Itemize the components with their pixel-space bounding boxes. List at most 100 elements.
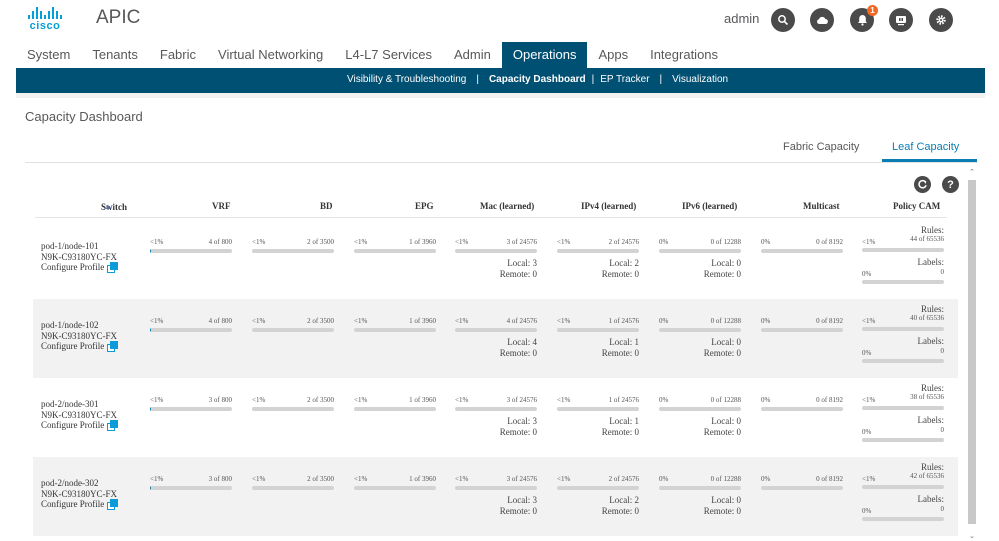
tab-system[interactable]: System <box>16 42 81 68</box>
labels-percent: 0% <box>862 349 872 357</box>
usage-percent: 0% <box>761 396 771 404</box>
subnav-visualization[interactable]: Visualization <box>672 74 728 85</box>
usage-percent: <1% <box>557 238 571 246</box>
user-menu[interactable]: admin <box>724 11 759 26</box>
usage-count: 2 of 24576 <box>608 238 639 246</box>
usage-count: 0 of 12288 <box>710 317 741 325</box>
usage-percent: <1% <box>252 317 266 325</box>
usage-bar <box>557 407 639 411</box>
tab-operations[interactable]: Operations <box>501 42 588 68</box>
help-button[interactable]: ? <box>942 176 959 193</box>
column-header-ipv6[interactable]: IPv6 (learned) <box>682 201 737 211</box>
usage-bar <box>659 328 741 332</box>
tab-tenants[interactable]: Tenants <box>81 42 149 68</box>
usage-bar <box>455 328 537 332</box>
usage-percent: 0% <box>659 396 669 404</box>
remote-count: Remote: 0 <box>601 427 639 437</box>
notifications-button[interactable]: 1 <box>850 5 878 32</box>
rules-count: 40 of 65536 <box>910 314 944 322</box>
configure-profile-link[interactable]: Configure Profile <box>41 499 119 510</box>
subnav-capacity-dashboard[interactable]: Capacity Dashboard <box>489 74 586 85</box>
subnav-ep-tracker[interactable]: EP Tracker <box>600 74 649 85</box>
usage-count: 3 of 24576 <box>506 238 537 246</box>
rules-bar <box>862 248 944 252</box>
cloud-icon <box>817 16 828 24</box>
rules-count: 44 of 65536 <box>910 235 944 243</box>
usage-percent: <1% <box>150 238 164 246</box>
column-header-epg[interactable]: EPG <box>415 201 434 211</box>
labels-count: 0 <box>940 505 945 513</box>
remote-count: Remote: 0 <box>703 427 741 437</box>
usage-percent: 0% <box>761 238 771 246</box>
local-count: Local: 3 <box>507 495 537 505</box>
switch-cell: pod-2/node-302 N9K-C93180YC-FX Configure P… <box>41 478 119 510</box>
tab-apps[interactable]: Apps <box>587 42 639 68</box>
tab-leaf-capacity[interactable]: Leaf Capacity <box>892 141 959 153</box>
local-count: Local: 1 <box>609 416 639 426</box>
rules-count: 38 of 65536 <box>910 393 944 401</box>
usage-bar <box>761 249 843 253</box>
local-count: Local: 0 <box>711 416 741 426</box>
configure-profile-link[interactable]: Configure Profile <box>41 420 119 431</box>
search-button[interactable] <box>771 8 795 32</box>
tab-admin[interactable]: Admin <box>443 42 502 68</box>
switch-name: pod-1/node-102 <box>41 320 99 330</box>
labels-label: Labels: <box>917 336 945 346</box>
usage-count: 1 of 3960 <box>409 238 436 246</box>
scrollbar-thumb[interactable] <box>968 180 976 524</box>
tab-l4-l7-services[interactable]: L4-L7 Services <box>334 42 443 68</box>
refresh-button[interactable] <box>914 176 931 193</box>
open-window-icon <box>107 262 119 273</box>
column-header-ipv4[interactable]: IPv4 (learned) <box>581 201 636 211</box>
remote-count: Remote: 0 <box>499 269 537 279</box>
column-header-mac[interactable]: Mac (learned) <box>480 201 534 211</box>
configure-profile-link[interactable]: Configure Profile <box>41 341 119 352</box>
settings-button[interactable] <box>929 8 953 32</box>
cloud-button[interactable] <box>810 8 834 32</box>
usage-count: 1 of 24576 <box>608 317 639 325</box>
configure-profile-label: Configure Profile <box>41 420 105 431</box>
usage-percent: <1% <box>252 238 266 246</box>
labels-bar <box>862 517 944 521</box>
remote-count: Remote: 0 <box>703 348 741 358</box>
scroll-up-arrow[interactable]: ⌃ <box>967 168 977 176</box>
system-tools-button[interactable] <box>889 8 913 32</box>
column-header-vrf[interactable]: VRF <box>212 201 231 211</box>
labels-bar <box>862 280 944 284</box>
tab-fabric-capacity[interactable]: Fabric Capacity <box>783 141 859 153</box>
usage-count: 0 of 8192 <box>816 475 843 483</box>
switch-name: pod-2/node-301 <box>41 399 99 409</box>
usage-percent: <1% <box>557 317 571 325</box>
usage-bar <box>150 407 232 411</box>
labels-count: 0 <box>940 268 945 276</box>
labels-count: 0 <box>940 426 945 434</box>
remote-count: Remote: 0 <box>601 348 639 358</box>
table-row: pod-1/node-101 N9K-C93180YC-FX Configure P… <box>33 220 958 299</box>
column-header-policy-cam[interactable]: Policy CAM <box>893 201 940 211</box>
usage-bar <box>455 486 537 490</box>
usage-bar <box>252 328 334 332</box>
tab-virtual-networking[interactable]: Virtual Networking <box>207 42 334 68</box>
cisco-logo-bars <box>24 7 66 19</box>
configure-profile-link[interactable]: Configure Profile <box>41 262 119 273</box>
local-remote: Local: 3 Remote: 0 <box>500 495 537 517</box>
switch-cell: pod-2/node-301 N9K-C93180YC-FX Configure P… <box>41 399 119 431</box>
usage-count: 0 of 8192 <box>816 317 843 325</box>
labels-label: Labels: <box>917 415 945 425</box>
rules-percent: <1% <box>862 396 876 404</box>
tab-integrations[interactable]: Integrations <box>639 42 729 68</box>
subnav-visibility-troubleshooting[interactable]: Visibility & Troubleshooting <box>347 74 466 85</box>
column-header-bd[interactable]: BD <box>320 201 333 211</box>
usage-bar <box>354 328 436 332</box>
usage-percent: <1% <box>354 396 368 404</box>
vertical-scrollbar[interactable]: ⌃ ⌄ <box>967 168 977 540</box>
column-header-multicast[interactable]: Multicast <box>803 201 840 211</box>
scroll-down-arrow[interactable]: ⌄ <box>967 532 977 540</box>
usage-percent: <1% <box>150 396 164 404</box>
usage-bar <box>354 407 436 411</box>
local-remote: Local: 0 Remote: 0 <box>704 495 741 517</box>
active-tab-indicator <box>882 159 977 162</box>
tab-fabric[interactable]: Fabric <box>149 42 207 68</box>
usage-bar <box>354 486 436 490</box>
local-remote: Local: 1 Remote: 0 <box>602 337 639 359</box>
